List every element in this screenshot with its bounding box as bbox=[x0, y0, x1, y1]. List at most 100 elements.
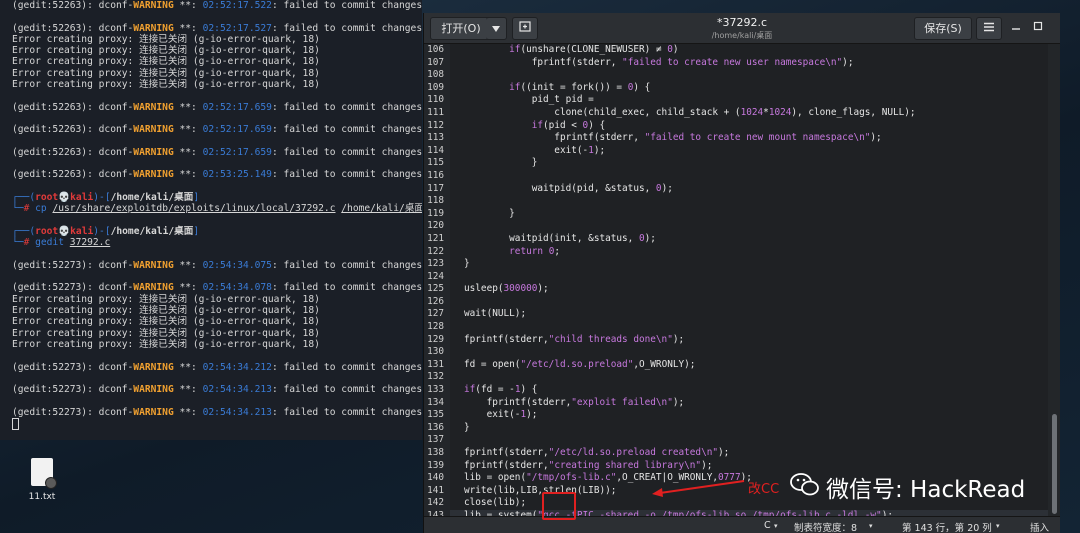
terminal-error-line: Error creating proxy: 连接已关闭 (g-io-error-… bbox=[12, 56, 320, 68]
document-title: *37292.c bbox=[716, 16, 768, 29]
hamburger-icon bbox=[984, 22, 994, 32]
desktop-file-11txt[interactable]: 11.txt bbox=[22, 458, 62, 502]
code-line[interactable]: 137 bbox=[424, 434, 1048, 447]
language-selector[interactable]: C bbox=[764, 520, 771, 531]
line-number: 112 bbox=[424, 119, 450, 133]
maximize-icon bbox=[1033, 21, 1043, 31]
code-line[interactable]: 113 fprintf(stderr, "failed to create ne… bbox=[424, 132, 1048, 145]
code-line[interactable]: 128 bbox=[424, 321, 1048, 334]
terminal-warning-line: (gedit:52273): dconf-WARNING **: 02:54:3… bbox=[12, 259, 422, 271]
annotation-text: 改CC bbox=[748, 482, 780, 497]
code-line[interactable]: 111 clone(child_exec, child_stack + (102… bbox=[424, 106, 1048, 120]
text-file-icon bbox=[31, 458, 57, 489]
terminal-prompt: ┌──(root💀kali)-[/home/kali/桌面] bbox=[12, 225, 200, 237]
cursor-position[interactable]: 第 143 行，第 20 列 bbox=[902, 520, 992, 533]
code-line[interactable]: 112 if(pid < 0) { bbox=[424, 119, 1048, 133]
code-editor[interactable]: 106 if(unshare(CLONE_NEWUSER) ≠ 0) 107 fp… bbox=[424, 44, 1048, 516]
code-line[interactable]: 120 bbox=[424, 220, 1048, 233]
line-number: 142 bbox=[424, 497, 450, 510]
insert-mode[interactable]: 插入 bbox=[1030, 520, 1049, 533]
open-dropdown-button[interactable] bbox=[486, 17, 507, 40]
minimize-button[interactable] bbox=[1006, 17, 1026, 38]
watermark-text: 微信号: HackRead bbox=[826, 477, 1026, 503]
code-line[interactable]: 108 bbox=[424, 69, 1048, 82]
code-line[interactable]: 125 usleep(300000); bbox=[424, 283, 1048, 296]
code-line[interactable]: 107 fprintf(stderr, "failed to create ne… bbox=[424, 56, 1048, 70]
code-line[interactable]: 129 fprintf(stderr,"child threads done\n"… bbox=[424, 333, 1048, 347]
tab-width-selector[interactable]: 制表符宽度：8 bbox=[794, 520, 857, 533]
code-text: return 0; bbox=[509, 245, 560, 257]
code-line[interactable]: 109 if((init = fork()) = 0) { bbox=[424, 81, 1048, 95]
code-line[interactable]: 123} bbox=[424, 258, 1048, 271]
code-line[interactable]: 130 bbox=[424, 346, 1048, 359]
line-number: 131 bbox=[424, 358, 450, 372]
terminal-error-line: Error creating proxy: 连接已关闭 (g-io-error-… bbox=[12, 45, 320, 57]
code-line[interactable]: 110 pid_t pid = bbox=[424, 94, 1048, 107]
highlight-box bbox=[542, 492, 576, 520]
code-line[interactable]: 126 bbox=[424, 295, 1048, 309]
code-line[interactable]: 134 fprintf(stderr,"exploit failed\n"); bbox=[424, 396, 1048, 410]
editor-scrollbar[interactable] bbox=[1048, 44, 1060, 516]
terminal-error-line: Error creating proxy: 连接已关闭 (g-io-error-… bbox=[12, 327, 320, 339]
gedit-header-bar: 打开(O) *37292.c /home/kali/桌面 保存(S) bbox=[424, 13, 1060, 44]
code-line[interactable]: 131 fd = open("/etc/ld.so.preload",O_WRON… bbox=[424, 358, 1048, 372]
code-line[interactable]: 114 exit(-1); bbox=[424, 144, 1048, 158]
code-line[interactable]: 122 return 0; bbox=[424, 245, 1048, 259]
new-tab-button[interactable] bbox=[512, 17, 538, 40]
scrollbar-thumb[interactable] bbox=[1052, 414, 1057, 514]
code-line[interactable]: 127 wait(NULL); bbox=[424, 308, 1048, 322]
menu-button[interactable] bbox=[976, 17, 1002, 40]
line-number: 140 bbox=[424, 472, 450, 485]
terminal-window[interactable]: (gedit:52263): dconf-WARNING **: 02:52:1… bbox=[0, 0, 422, 440]
line-number: 129 bbox=[424, 333, 450, 347]
code-line[interactable]: 138 fprintf(stderr,"/etc/ld.so.preload cr… bbox=[424, 447, 1048, 460]
code-line[interactable]: 118 bbox=[424, 195, 1048, 208]
code-line[interactable]: 119 } bbox=[424, 207, 1048, 221]
open-button[interactable]: 打开(O) bbox=[430, 17, 492, 40]
terminal-error-line: Error creating proxy: 连接已关闭 (g-io-error-… bbox=[12, 79, 320, 91]
code-text: } bbox=[464, 258, 470, 270]
code-text: if(fd = -1) { bbox=[464, 384, 538, 396]
terminal-warning-line: (gedit:52273): dconf-WARNING **: 02:54:3… bbox=[12, 361, 422, 373]
line-number: 126 bbox=[424, 295, 450, 309]
line-number: 116 bbox=[424, 169, 450, 183]
line-number: 110 bbox=[424, 94, 450, 107]
code-line[interactable]: 121 waitpid(init, &status, 0); bbox=[424, 232, 1048, 246]
code-text: fprintf(stderr,"exploit failed\n"); bbox=[464, 396, 685, 408]
terminal-error-line: Error creating proxy: 连接已关闭 (g-io-error-… bbox=[12, 305, 320, 317]
code-line[interactable]: 124 bbox=[424, 270, 1048, 284]
code-text: if((init = fork()) = 0) { bbox=[509, 81, 651, 93]
code-line[interactable]: 136} bbox=[424, 421, 1048, 435]
chevron-down-icon bbox=[492, 26, 500, 32]
line-number: 139 bbox=[424, 459, 450, 473]
line-number: 130 bbox=[424, 346, 450, 359]
line-number: 115 bbox=[424, 157, 450, 170]
maximize-button[interactable] bbox=[1028, 17, 1048, 38]
terminal-warning-line: (gedit:52263): dconf-WARNING **: 02:52:1… bbox=[12, 146, 422, 158]
line-number: 135 bbox=[424, 409, 450, 422]
terminal-warning-line: (gedit:52273): dconf-WARNING **: 02:54:3… bbox=[12, 282, 422, 294]
code-text: fprintf(stderr,"child threads done\n"); bbox=[464, 333, 685, 345]
line-number: 107 bbox=[424, 56, 450, 70]
chevron-down-icon: ▾ bbox=[996, 522, 1000, 530]
line-number: 128 bbox=[424, 321, 450, 334]
save-button[interactable]: 保存(S) bbox=[914, 17, 972, 40]
code-line[interactable]: 135 exit(-1); bbox=[424, 409, 1048, 422]
code-line[interactable]: 106 if(unshare(CLONE_NEWUSER) ≠ 0) bbox=[424, 44, 1048, 57]
code-line[interactable]: 132 bbox=[424, 371, 1048, 385]
wechat-icon bbox=[790, 473, 819, 496]
line-number: 106 bbox=[424, 44, 450, 57]
line-number: 120 bbox=[424, 220, 450, 233]
gedit-window[interactable]: 打开(O) *37292.c /home/kali/桌面 保存(S) 106 i… bbox=[423, 13, 1060, 533]
code-text: } bbox=[464, 207, 515, 219]
code-line[interactable]: 133 if(fd = -1) { bbox=[424, 384, 1048, 397]
code-line[interactable]: 117 waitpid(pid, &status, 0); bbox=[424, 182, 1048, 196]
code-line[interactable]: 115 } bbox=[424, 157, 1048, 170]
code-text: usleep(300000); bbox=[464, 283, 549, 295]
terminal-error-line: Error creating proxy: 连接已关闭 (g-io-error-… bbox=[12, 67, 320, 79]
code-line[interactable]: 116 bbox=[424, 169, 1048, 183]
